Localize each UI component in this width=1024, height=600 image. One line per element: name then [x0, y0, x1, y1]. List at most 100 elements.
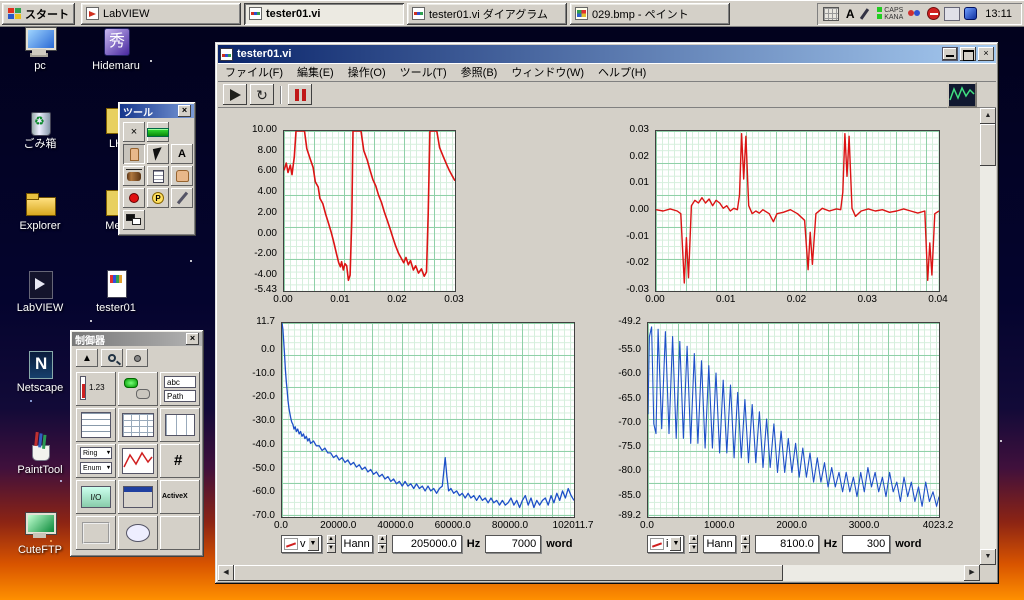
connect-wire-tool[interactable] [123, 166, 145, 186]
window-function-selector-right[interactable]: Hann [703, 535, 736, 553]
operate-value-tool[interactable] [123, 144, 145, 164]
waveform-graph-current[interactable]: 0.03 0.02 0.01 0.00 -0.01 -0.02 -0.03 0.00 0.01… [626, 125, 948, 306]
start-button[interactable]: スタート [2, 2, 75, 25]
auto-tool-led[interactable] [147, 122, 169, 142]
word-count-input-left[interactable]: 7000 [485, 535, 542, 553]
plot-area[interactable] [283, 130, 456, 292]
close-icon[interactable]: × [186, 333, 199, 345]
caps-kana-indicator[interactable]: CAPS KANA [877, 6, 903, 21]
taskbar-button-3[interactable]: 029.bmp - ペイント [570, 2, 730, 25]
auto-tool-toggle[interactable]: × [123, 122, 145, 142]
graph-controls[interactable] [118, 444, 158, 478]
edit-text-tool[interactable]: A [171, 144, 193, 164]
horizontal-scroll-thumb[interactable] [234, 565, 783, 581]
tools-palette-titlebar[interactable]: ツール × [120, 104, 194, 119]
desktop-icon-recycle-bin[interactable]: ごみ箱 [8, 106, 72, 150]
menu-item-4[interactable]: 参照(B) [454, 62, 505, 82]
window-fn-spinner[interactable]: ▲ ▼ [689, 535, 699, 553]
set-color-tool[interactable] [123, 210, 145, 230]
dialog-controls[interactable] [118, 480, 158, 514]
desktop-icon-painttool[interactable]: PaintTool [8, 432, 72, 476]
freq-spinner[interactable]: ▲ ▼ [740, 535, 750, 553]
desktop-icon-labview[interactable]: LabVIEW [8, 270, 72, 314]
desktop-icon-netscape[interactable]: Netscape [8, 350, 72, 394]
channel-selector-left[interactable]: v ▼ [281, 535, 322, 553]
array-controls[interactable] [160, 408, 200, 442]
blue-app-icon[interactable] [964, 7, 978, 20]
list-controls[interactable] [76, 408, 116, 442]
taskbar-button-0[interactable]: LabVIEW [81, 2, 241, 25]
ime-mode-indicator[interactable]: A [843, 7, 857, 21]
people-icon[interactable] [907, 7, 923, 21]
classic-controls[interactable] [160, 516, 200, 550]
boolean-controls[interactable] [118, 372, 158, 406]
pause-button[interactable] [288, 84, 312, 105]
taskbar-button-1[interactable]: tester01.vi [244, 2, 404, 25]
menu-item-2[interactable]: 操作(O) [341, 62, 393, 82]
waveform-graph-voltage[interactable]: 10.00 8.00 6.00 4.00 2.00 0.00 -2.00 -4.00 -5.43… [252, 125, 464, 306]
desktop-icon-cuteftp[interactable]: CuteFTP [8, 512, 72, 556]
get-color-tool[interactable] [171, 188, 193, 208]
table-controls[interactable] [118, 408, 158, 442]
frequency-input-right[interactable]: 8100.0 [754, 535, 819, 553]
scroll-left-icon[interactable]: ◀ [218, 565, 234, 581]
notes-icon[interactable] [944, 6, 961, 21]
controls-palette-titlebar[interactable]: 制御器 × [72, 332, 202, 347]
refnum-controls[interactable] [118, 516, 158, 550]
desktop-icon-pc[interactable]: pc [8, 28, 72, 72]
scroll-up-icon[interactable]: ▲ [980, 108, 996, 124]
shortcut-menu-tool[interactable] [147, 166, 169, 186]
plot-area[interactable] [281, 322, 575, 518]
search-button[interactable] [101, 349, 123, 367]
ring-controls[interactable]: Ring ▾ Enum ▾ [76, 444, 116, 478]
desktop-icon-tester01[interactable]: tester01 [84, 270, 148, 314]
pen-icon[interactable] [861, 7, 873, 21]
numeric2-controls[interactable]: # [160, 444, 200, 478]
menu-item-1[interactable]: 編集(E) [290, 62, 341, 82]
spectrum-graph-right[interactable]: -49.2 -55.0 -60.0 -65.0 -70.0 -75.0 -80.0 -85.0… [618, 317, 953, 532]
run-continuous-button[interactable]: ↻ [250, 84, 274, 105]
taskbar-button-2[interactable]: tester01.vi ダイアグラム [407, 2, 567, 25]
frequency-input-left[interactable]: 205000.0 [391, 535, 462, 553]
scroll-down-icon[interactable]: ▼ [980, 549, 996, 565]
probe-tool[interactable]: P [147, 188, 169, 208]
word-count-input-right[interactable]: 300 [842, 535, 891, 553]
window-function-selector-left[interactable]: Hann [340, 535, 373, 553]
numeric-controls[interactable]: 1.23 [76, 372, 116, 406]
activex-controls[interactable]: ActiveX [160, 480, 200, 514]
up-level-button[interactable]: ▲ [76, 349, 98, 367]
desktop-icon-hidemaru[interactable]: Hidemaru [84, 28, 148, 72]
freq-spinner[interactable]: ▲ ▼ [377, 535, 387, 553]
window-titlebar[interactable]: tester01.vi × [218, 45, 996, 63]
string-controls[interactable]: abc Path [160, 372, 200, 406]
no-entry-icon[interactable] [927, 7, 941, 20]
keyboard-icon[interactable] [823, 6, 840, 21]
scroll-window-tool[interactable] [171, 166, 193, 186]
menu-item-5[interactable]: ウィンドウ(W) [504, 62, 591, 82]
spectrum-graph-left[interactable]: 11.7 0.0 -10.0 -20.0 -30.0 -40.0 -50.0 -60.0 -70… [252, 317, 593, 532]
pin-button[interactable] [126, 349, 148, 367]
clock[interactable]: 13:11 [981, 8, 1016, 20]
scroll-right-icon[interactable]: ▶ [964, 565, 980, 581]
menu-item-0[interactable]: ファイル(F) [218, 62, 290, 82]
close-icon[interactable]: × [978, 47, 994, 61]
maximize-icon[interactable] [960, 47, 976, 61]
close-icon[interactable]: × [178, 105, 191, 117]
plot-area[interactable] [655, 130, 940, 292]
channel-selector-right[interactable]: i ▼ [647, 535, 685, 553]
window-fn-spinner[interactable]: ▲ ▼ [326, 535, 336, 553]
plot-area[interactable] [647, 322, 940, 518]
minimize-icon[interactable] [942, 47, 958, 61]
menu-item-3[interactable]: ツール(T) [393, 62, 454, 82]
vertical-scrollbar[interactable]: ▲ ▼ [980, 108, 996, 565]
horizontal-scrollbar[interactable]: ◀ ▶ [218, 565, 980, 581]
breakpoint-tool[interactable] [123, 188, 145, 208]
menu-item-6[interactable]: ヘルプ(H) [591, 62, 653, 82]
desktop-icon-explorer[interactable]: Explorer [8, 188, 72, 232]
chevron-down-icon[interactable]: ▼ [307, 537, 319, 551]
position-select-tool[interactable] [147, 144, 169, 164]
chevron-down-icon[interactable]: ▼ [670, 537, 682, 551]
run-button[interactable] [223, 84, 247, 105]
io-controls[interactable]: I/O [76, 480, 116, 514]
vertical-scroll-thumb[interactable] [980, 124, 996, 166]
